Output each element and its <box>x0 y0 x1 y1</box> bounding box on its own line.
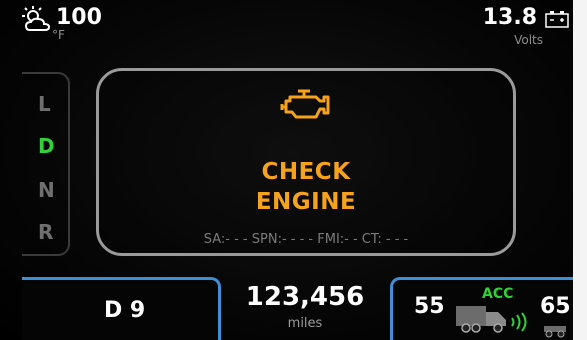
voltage-unit: Volts <box>514 33 543 47</box>
partly-cloudy-icon <box>22 6 51 31</box>
gear-d: D <box>38 134 55 158</box>
acc-radar-icon <box>511 312 527 332</box>
battery-icon <box>545 11 569 28</box>
set-speed: 65 <box>540 294 571 319</box>
temperature-value: 100 <box>56 5 102 30</box>
truck-icon <box>456 306 506 333</box>
vehicle-speed: 55 <box>414 294 445 319</box>
gear-range-value: D 9 <box>104 298 146 323</box>
gear-r: R <box>38 220 54 244</box>
bottom-bar: D 9 123,456 miles ACC 55 65 <box>22 268 576 340</box>
gear-selector: L D N R <box>22 72 72 256</box>
odometer-value: 123,456 <box>245 282 365 312</box>
right-bezel <box>573 0 587 340</box>
voltage-value: 13.8 <box>482 5 537 30</box>
warning-panel: CHECK ENGINE SA:- - - SPN:- - - - FMI:- … <box>96 68 516 256</box>
gear-n: N <box>38 178 55 202</box>
warning-line-2: ENGINE <box>255 189 357 215</box>
temperature-unit: °F <box>52 28 65 42</box>
warning-line-1: CHECK <box>261 159 351 185</box>
dashboard-screen: 100 °F 13.8 Volts L D N R CHECK ENGINE S… <box>0 0 587 340</box>
check-engine-icon <box>280 89 330 119</box>
lead-vehicle-icon <box>544 326 566 338</box>
odometer-unit: miles <box>287 316 323 331</box>
gear-l: L <box>38 92 51 116</box>
diagnostic-codes: SA:- - - SPN:- - - - FMI:- - CT: - - - <box>203 232 409 247</box>
